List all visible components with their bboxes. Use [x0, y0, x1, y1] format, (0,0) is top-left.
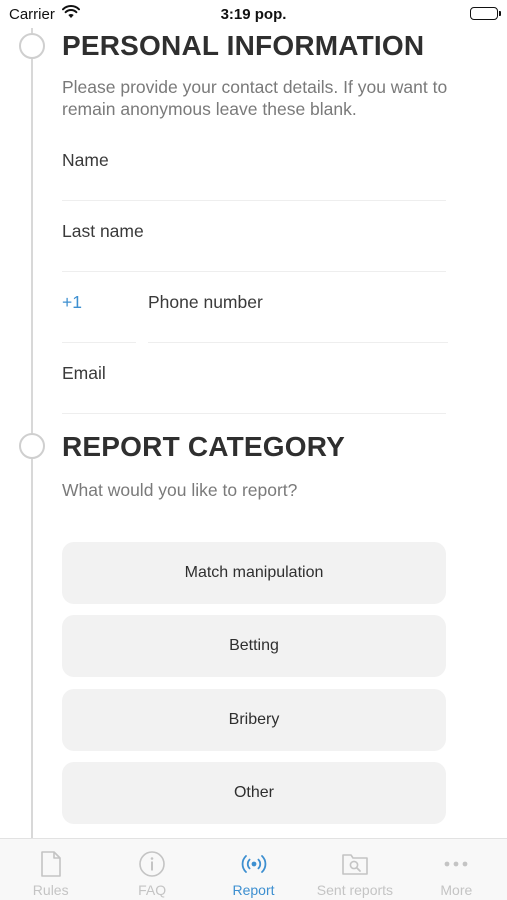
personal-information-title: PERSONAL INFORMATION — [62, 30, 425, 61]
category-match-manipulation-button[interactable]: Match manipulation — [62, 542, 446, 604]
search-folder-icon — [341, 850, 369, 878]
tab-more-label: More — [440, 882, 473, 898]
category-bribery-button[interactable]: Bribery — [62, 689, 446, 751]
report-category-description: What would you like to report? — [62, 480, 298, 500]
tab-sent-reports[interactable]: Sent reports — [304, 839, 405, 900]
email-field[interactable]: Email — [62, 343, 446, 414]
tab-report-label: Report — [232, 882, 275, 898]
tab-faq[interactable]: FAQ — [101, 839, 202, 900]
info-icon — [138, 850, 166, 878]
tab-faq-label: FAQ — [138, 882, 167, 898]
category-other-button[interactable]: Other — [62, 762, 446, 824]
report-category-title: REPORT CATEGORY — [62, 431, 346, 462]
phone-country-code: +1 — [62, 292, 82, 312]
timeline-step-category — [19, 433, 45, 459]
personal-information-description: Please provide your contact details. If … — [62, 77, 448, 119]
last-name-placeholder: Last name — [62, 221, 144, 241]
broadcast-icon — [241, 850, 267, 878]
tab-sent-reports-label: Sent reports — [316, 882, 394, 898]
phone-number-field[interactable]: Phone number — [148, 272, 448, 343]
status-time: 3:19 pop. — [220, 6, 287, 23]
document-icon — [40, 850, 62, 878]
phone-number-placeholder: Phone number — [148, 292, 263, 312]
battery-icon — [470, 7, 501, 20]
email-placeholder: Email — [62, 363, 106, 383]
tab-bar: Rules FAQ Report Sent reports More — [0, 838, 507, 900]
phone-country-code-field[interactable]: +1 — [62, 272, 136, 343]
name-field[interactable]: Name — [62, 130, 446, 201]
more-icon — [443, 850, 469, 878]
tab-rules-label: Rules — [32, 882, 69, 898]
last-name-field[interactable]: Last name — [62, 201, 446, 272]
tab-more[interactable]: More — [406, 839, 507, 900]
tab-report[interactable]: Report — [203, 839, 304, 900]
tab-rules[interactable]: Rules — [0, 839, 101, 900]
category-betting-button[interactable]: Betting — [62, 615, 446, 677]
name-placeholder: Name — [62, 150, 109, 170]
timeline-step-personal — [19, 33, 45, 59]
status-bar: Carrier 3:19 pop. — [0, 0, 507, 28]
